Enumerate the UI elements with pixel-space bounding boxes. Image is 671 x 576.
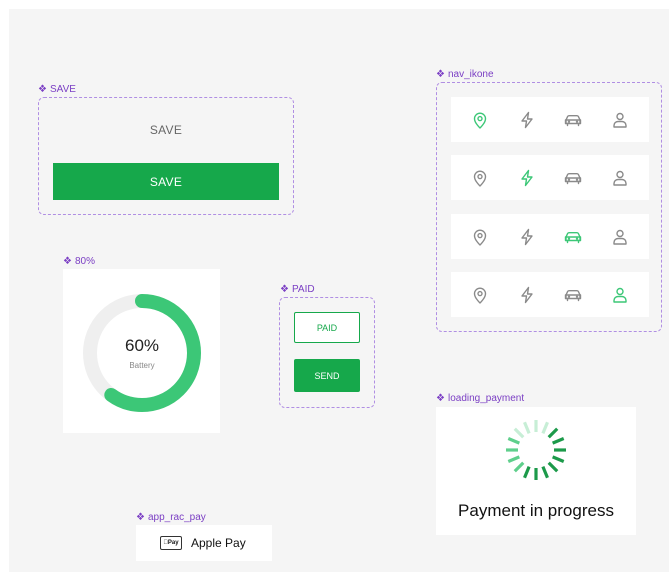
spinner-segment <box>507 437 520 445</box>
user-icon[interactable] <box>609 109 631 131</box>
spinner-segment <box>513 427 525 439</box>
lightning-icon[interactable] <box>516 284 538 306</box>
component-icon: ❖ <box>280 284 289 295</box>
spinner-segment <box>552 455 565 463</box>
apple-pay-mark-text: Pay <box>163 540 178 546</box>
nav-bar-row <box>451 97 649 142</box>
battery-caption: Battery <box>129 361 155 370</box>
component-icon: ❖ <box>136 512 145 523</box>
spinner-segment <box>541 421 549 434</box>
spinner-segment <box>507 455 520 463</box>
location-pin-icon[interactable] <box>469 167 491 189</box>
lightning-icon[interactable] <box>516 226 538 248</box>
lightning-icon[interactable] <box>516 167 538 189</box>
user-icon[interactable] <box>609 284 631 306</box>
battery-percent: 60% <box>124 336 160 355</box>
send-button[interactable]: SEND <box>294 359 360 392</box>
spinner-segment <box>541 466 549 479</box>
component-icon: ❖ <box>436 393 445 404</box>
location-pin-icon[interactable] <box>469 109 491 131</box>
spinner-segment <box>513 461 525 473</box>
spinner-segment <box>552 437 565 445</box>
apple-pay-button[interactable]: Pay Apple Pay <box>136 525 272 561</box>
spinner-segment <box>523 421 531 434</box>
car-icon[interactable] <box>562 167 584 189</box>
spinner-segment <box>547 427 559 439</box>
save-primary-label: SAVE <box>149 174 183 189</box>
car-icon[interactable] <box>562 284 584 306</box>
frame-label-text: nav_ikone <box>447 69 494 80</box>
save-component-frame: SAVE SAVE <box>38 97 294 215</box>
paid-button[interactable]: PAID <box>294 312 360 343</box>
paid-component-frame: PAID SEND <box>279 297 375 408</box>
frame-label-text: PAID <box>291 284 315 295</box>
component-icon: ❖ <box>436 69 445 80</box>
lightning-icon[interactable] <box>516 109 538 131</box>
nav-bar-row <box>451 155 649 200</box>
frame-label-text: app_rac_pay <box>147 512 206 523</box>
apple-pay-mark-icon: Pay <box>160 536 182 550</box>
frame-label-paid: ❖ PAID <box>280 284 315 295</box>
car-icon[interactable] <box>562 226 584 248</box>
location-pin-icon[interactable] <box>469 226 491 248</box>
car-icon[interactable] <box>562 109 584 131</box>
frame-label-save: ❖ SAVE <box>38 84 76 95</box>
user-icon[interactable] <box>609 226 631 248</box>
save-ghost-label: SAVE <box>149 123 183 137</box>
frame-label-applepay: ❖ app_rac_pay <box>136 512 206 523</box>
loading-payment-card: Payment in progress <box>436 407 636 535</box>
nav-bar-row <box>451 214 649 259</box>
save-primary-button[interactable]: SAVE <box>53 163 279 200</box>
battery-card: 60% Battery <box>63 269 220 433</box>
frame-label-nav: ❖ nav_ikone <box>436 69 494 80</box>
frame-label-loading: ❖ loading_payment <box>436 393 524 404</box>
spinner-segment <box>523 466 531 479</box>
nav-bar-row <box>451 272 649 317</box>
save-ghost-button[interactable]: SAVE <box>53 110 279 150</box>
apple-pay-label: Apple Pay <box>191 536 246 550</box>
battery-readout: 60% Battery <box>80 291 204 415</box>
component-icon: ❖ <box>38 84 47 95</box>
send-label: SEND <box>314 370 340 381</box>
nav-icons-component-frame <box>436 82 662 332</box>
loading-message: Payment in progress <box>458 501 614 520</box>
frame-label-text: 80% <box>74 256 95 267</box>
frame-label-text: loading_payment <box>447 393 525 404</box>
frame-label-battery: ❖ 80% <box>63 256 95 267</box>
spinner-segment <box>547 461 559 473</box>
component-icon: ❖ <box>63 256 72 267</box>
paid-label: PAID <box>316 322 338 333</box>
location-pin-icon[interactable] <box>469 284 491 306</box>
user-icon[interactable] <box>609 167 631 189</box>
frame-label-text: SAVE <box>49 84 76 95</box>
loading-spinner-icon <box>506 420 566 480</box>
